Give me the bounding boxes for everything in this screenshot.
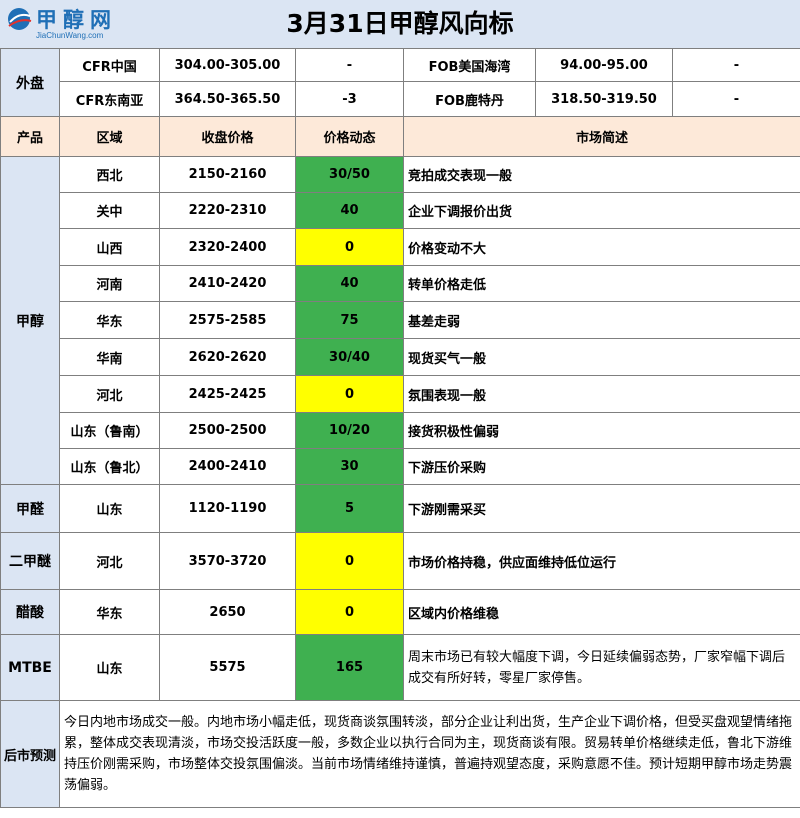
desc-cell: 氛围表现一般 xyxy=(403,375,800,413)
price-table: 外盘 CFR中国 304.00-305.00 - FOB美国海湾 94.00-9… xyxy=(0,48,800,808)
price-cell: 2400-2410 xyxy=(159,448,296,485)
change-cell: 5 xyxy=(295,484,404,533)
region-cell: 河北 xyxy=(59,532,160,590)
product-row: MTBE 山东 5575 165 周末市场已有较大幅度下调，今日延续偏弱态势，厂… xyxy=(0,634,800,701)
change-cell: 30/40 xyxy=(295,338,404,376)
desc-cell: 现货买气一般 xyxy=(403,338,800,376)
price-cell: 2650 xyxy=(159,589,296,635)
product-label: MTBE xyxy=(0,634,60,701)
desc-cell: 下游刚需采买 xyxy=(403,484,800,533)
region-cell: 山东 xyxy=(59,484,160,533)
methanol-row: 华东 2575-2585 75 基差走弱 xyxy=(1,301,800,339)
desc-cell: 转单价格走低 xyxy=(403,265,800,302)
change-cell: 30 xyxy=(295,448,404,485)
methanol-row: 山东（鲁南） 2500-2500 10/20 接货积极性偏弱 xyxy=(1,412,800,449)
external-label: 外盘 xyxy=(0,48,60,117)
desc-cell: 市场价格持稳，供应面维持低位运行 xyxy=(403,532,800,590)
product-row: 醋酸 华东 2650 0 区域内价格维稳 xyxy=(0,589,800,635)
header-change: 价格动态 xyxy=(295,116,404,157)
region-cell: 山西 xyxy=(59,228,160,266)
change-cell: 0 xyxy=(295,375,404,413)
external-change: - xyxy=(295,48,404,82)
change-cell: 10/20 xyxy=(295,412,404,449)
header-product: 产品 xyxy=(0,116,60,157)
region-cell: 关中 xyxy=(59,192,160,229)
methanol-row: 河南 2410-2420 40 转单价格走低 xyxy=(1,265,800,302)
external-price: 318.50-319.50 xyxy=(535,81,673,117)
price-cell: 2425-2425 xyxy=(159,375,296,413)
methanol-row: 河北 2425-2425 0 氛围表现一般 xyxy=(1,375,800,413)
price-cell: 3570-3720 xyxy=(159,532,296,590)
product-label: 二甲醚 xyxy=(0,532,60,590)
external-change: - xyxy=(672,48,800,82)
region-cell: 华南 xyxy=(59,338,160,376)
methanol-label: 甲醇 xyxy=(0,156,60,485)
price-cell: 2500-2500 xyxy=(159,412,296,449)
methanol-row: 山西 2320-2400 0 价格变动不大 xyxy=(1,228,800,266)
external-name: CFR东南亚 xyxy=(59,81,160,117)
page-title: 3月31日甲醇风向标 xyxy=(286,9,514,38)
external-name: CFR中国 xyxy=(59,48,160,82)
region-cell: 华东 xyxy=(59,589,160,635)
forecast-row: 后市预测 今日内地市场成交一般。内地市场小幅走低，现货商谈氛围转淡，部分企业让利… xyxy=(0,700,800,808)
change-cell: 75 xyxy=(295,301,404,339)
desc-cell: 价格变动不大 xyxy=(403,228,800,266)
header-price: 收盘价格 xyxy=(159,116,296,157)
price-cell: 2220-2310 xyxy=(159,192,296,229)
desc-cell: 下游压价采购 xyxy=(403,448,800,485)
price-cell: 1120-1190 xyxy=(159,484,296,533)
external-name: FOB美国海湾 xyxy=(403,48,536,82)
change-cell: 40 xyxy=(295,192,404,229)
price-cell: 2320-2400 xyxy=(159,228,296,266)
external-price: 364.50-365.50 xyxy=(159,81,296,117)
product-row: 甲醛 山东 1120-1190 5 下游刚需采买 xyxy=(0,484,800,533)
product-row: 二甲醚 河北 3570-3720 0 市场价格持稳，供应面维持低位运行 xyxy=(0,532,800,590)
region-cell: 河南 xyxy=(59,265,160,302)
price-cell: 5575 xyxy=(159,634,296,701)
desc-cell: 周末市场已有较大幅度下调，今日延续偏弱态势，厂家窄幅下调后成交有所好转，零星厂家… xyxy=(403,634,800,701)
change-cell: 0 xyxy=(295,589,404,635)
product-label: 甲醛 xyxy=(0,484,60,533)
price-cell: 2150-2160 xyxy=(159,156,296,193)
change-cell: 0 xyxy=(295,228,404,266)
column-header-row: 产品 区域 收盘价格 价格动态 市场简述 xyxy=(0,116,800,157)
external-row: CFR东南亚 364.50-365.50 -3 FOB鹿特丹 318.50-31… xyxy=(1,81,800,117)
price-cell: 2620-2620 xyxy=(159,338,296,376)
region-cell: 山东（鲁北） xyxy=(59,448,160,485)
external-row: 外盘 CFR中国 304.00-305.00 - FOB美国海湾 94.00-9… xyxy=(0,48,800,117)
region-cell: 山东 xyxy=(59,634,160,701)
external-name: FOB鹿特丹 xyxy=(403,81,536,117)
change-cell: 40 xyxy=(295,265,404,302)
header-region: 区域 xyxy=(59,116,160,157)
external-change: -3 xyxy=(295,81,404,117)
desc-cell: 竞拍成交表现一般 xyxy=(403,156,800,193)
desc-cell: 企业下调报价出货 xyxy=(403,192,800,229)
change-cell: 30/50 xyxy=(295,156,404,193)
region-cell: 西北 xyxy=(59,156,160,193)
region-cell: 华东 xyxy=(59,301,160,339)
header-desc: 市场简述 xyxy=(403,116,800,157)
header-bar: 甲醇网 JiaChunWang.com 3月31日甲醇风向标 xyxy=(0,0,800,49)
methanol-row: 山东（鲁北） 2400-2410 30 下游压价采购 xyxy=(1,448,800,485)
desc-cell: 接货积极性偏弱 xyxy=(403,412,800,449)
change-cell: 0 xyxy=(295,532,404,590)
price-cell: 2575-2585 xyxy=(159,301,296,339)
change-cell: 165 xyxy=(295,634,404,701)
methanol-row: 华南 2620-2620 30/40 现货买气一般 xyxy=(1,338,800,376)
price-cell: 2410-2420 xyxy=(159,265,296,302)
region-cell: 河北 xyxy=(59,375,160,413)
methanol-row: 关中 2220-2310 40 企业下调报价出货 xyxy=(1,192,800,229)
external-price: 94.00-95.00 xyxy=(535,48,673,82)
forecast-text: 今日内地市场成交一般。内地市场小幅走低，现货商谈氛围转淡，部分企业让利出货，生产… xyxy=(59,700,800,808)
methanol-row: 甲醇 西北 2150-2160 30/50 竞拍成交表现一般 xyxy=(0,156,800,485)
region-cell: 山东（鲁南） xyxy=(59,412,160,449)
forecast-label: 后市预测 xyxy=(0,700,60,808)
desc-cell: 基差走弱 xyxy=(403,301,800,339)
external-price: 304.00-305.00 xyxy=(159,48,296,82)
desc-cell: 区域内价格维稳 xyxy=(403,589,800,635)
external-change: - xyxy=(672,81,800,117)
product-label: 醋酸 xyxy=(0,589,60,635)
